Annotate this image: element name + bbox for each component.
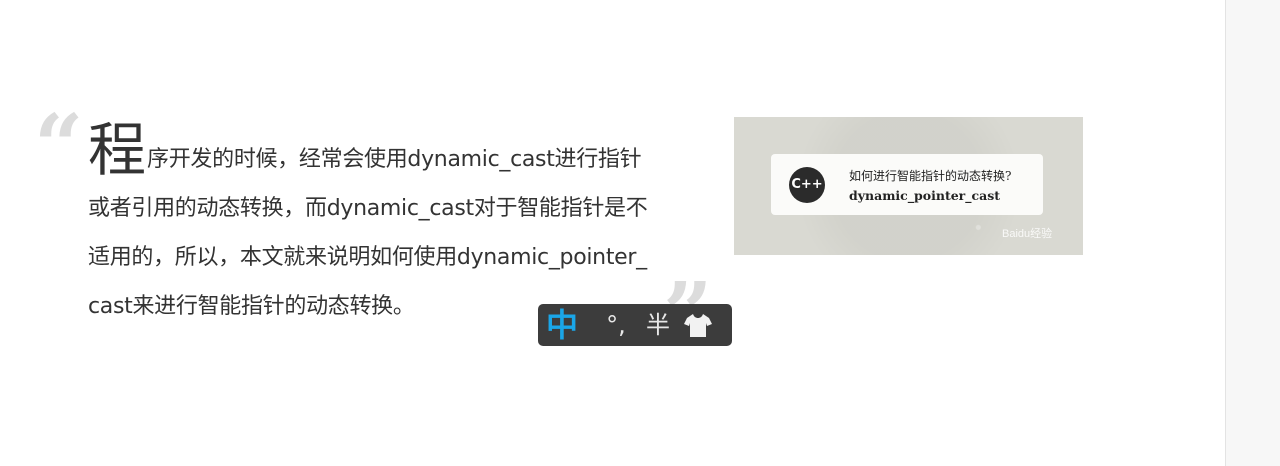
thumbnail-card: C++ 如何进行智能指针的动态转换? dynamic_pointer_cast bbox=[771, 154, 1043, 215]
article-thumbnail[interactable]: C++ 如何进行智能指针的动态转换? dynamic_pointer_cast … bbox=[734, 117, 1083, 255]
ime-punctuation-toggle[interactable]: °, bbox=[594, 304, 638, 346]
article-intro: 程序开发的时候，经常会使用dynamic_cast进行指针或者引用的动态转换，而… bbox=[88, 120, 658, 331]
ime-width-toggle[interactable]: 半 bbox=[638, 304, 678, 346]
thumbnail-question: 如何进行智能指针的动态转换? bbox=[849, 169, 1012, 183]
intro-text: 序开发的时候，经常会使用dynamic_cast进行指针或者引用的动态转换，而d… bbox=[88, 147, 648, 319]
thumbnail-watermark: Baidu经验 bbox=[1002, 228, 1053, 240]
thumbnail-answer: dynamic_pointer_cast bbox=[849, 188, 1001, 203]
scrollbar-gutter[interactable] bbox=[1225, 0, 1280, 466]
tshirt-icon[interactable] bbox=[678, 304, 718, 346]
open-quote-mark: “ bbox=[34, 96, 84, 197]
ime-toolbar[interactable]: 中 °, 半 bbox=[538, 304, 732, 346]
article-page: “ 程序开发的时候，经常会使用dynamic_cast进行指针或者引用的动态转换… bbox=[0, 0, 1225, 466]
dropcap: 程 bbox=[88, 116, 147, 184]
cpp-logo-icon: C++ bbox=[789, 167, 825, 203]
ime-mode-toggle[interactable]: 中 bbox=[546, 304, 594, 346]
